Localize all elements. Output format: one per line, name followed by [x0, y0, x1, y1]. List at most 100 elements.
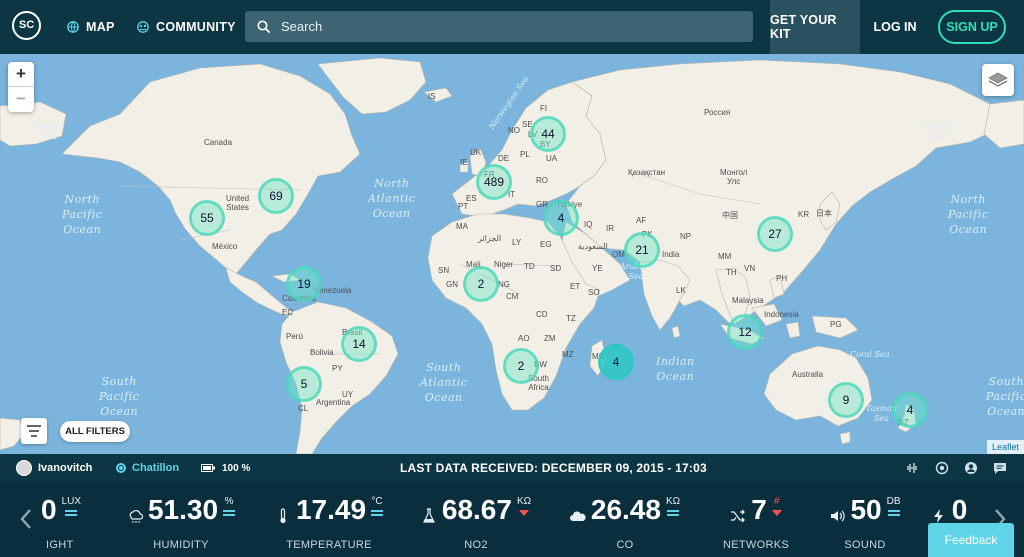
sensor-light[interactable]: 0 LUX IGHT: [0, 482, 126, 557]
nav-map-link[interactable]: MAP: [67, 0, 115, 54]
country-label: United States: [226, 194, 250, 212]
nav-community-label: COMMUNITY: [156, 20, 236, 34]
zoom-out-button[interactable]: −: [8, 87, 34, 112]
sensor-value: 0: [951, 494, 968, 525]
country-label: DE: [498, 154, 510, 163]
ocean-label: Indian Ocean: [656, 355, 695, 383]
sensor-name: TEMPERATURE: [286, 539, 372, 551]
login-button[interactable]: LOG IN: [860, 0, 930, 54]
sensor-name: NO2: [464, 539, 488, 551]
country-label: KR: [798, 210, 810, 219]
device-cluster[interactable]: 14: [341, 326, 377, 362]
country-label: NG: [498, 280, 510, 289]
country-label: IE: [460, 158, 468, 167]
device-cluster[interactable]: 69: [258, 178, 294, 214]
sensor-humidity[interactable]: 51.30 % HUMIDITY: [116, 482, 246, 557]
device-cluster[interactable]: 4: [598, 344, 634, 380]
waveform-icon[interactable]: [905, 461, 919, 475]
trend-flat-icon: [667, 510, 680, 518]
kit-location[interactable]: Chatillon: [116, 454, 179, 482]
device-cluster[interactable]: 489: [476, 164, 512, 200]
trend-flat-icon: [223, 510, 236, 518]
location-icon: [116, 463, 126, 473]
map-attribution-link[interactable]: Leaflet: [986, 440, 1024, 454]
sensor-no2[interactable]: 68.67 KΩ NO2: [411, 482, 541, 557]
kit-owner[interactable]: Ivanovitch: [16, 454, 92, 482]
layers-icon: [988, 72, 1008, 87]
country-label: السعودية: [578, 242, 608, 251]
country-label: YE: [592, 264, 603, 273]
device-cluster[interactable]: 55: [189, 200, 225, 236]
country-label: AO: [518, 334, 530, 343]
sensor-value: 17.49: [295, 494, 367, 525]
feedback-button[interactable]: Feedback: [928, 523, 1014, 557]
sensor-temperature[interactable]: 17.49 °C TEMPERATURE: [264, 482, 394, 557]
country-label: Perú: [286, 332, 303, 341]
zoom-control: + −: [8, 62, 34, 112]
layers-button[interactable]: [982, 64, 1014, 96]
country-label: MA: [456, 222, 468, 231]
device-cluster[interactable]: 5: [286, 366, 322, 402]
device-cluster[interactable]: 12: [727, 314, 763, 350]
country-label: 日本: [816, 209, 832, 218]
sensor-unit: KΩ: [665, 496, 681, 507]
device-cluster[interactable]: 19: [286, 266, 322, 302]
filter-button[interactable]: [21, 418, 47, 444]
country-label: EC: [282, 308, 294, 317]
country-label: Қазақстан: [628, 168, 666, 177]
kit-location-name: Chatillon: [132, 462, 180, 474]
device-cluster[interactable]: 4: [543, 200, 579, 236]
sensor-co[interactable]: 26.48 KΩ CO: [560, 482, 690, 557]
filter-icon: [27, 425, 41, 437]
kit-owner-name: Ivanovitch: [38, 462, 93, 474]
country-label: Bolivia: [310, 348, 334, 357]
target-icon[interactable]: [935, 461, 949, 475]
country-label: 中国: [722, 211, 738, 220]
device-cluster[interactable]: 9: [828, 382, 864, 418]
country-label: PY: [332, 364, 343, 373]
world-map[interactable]: North Pacific Ocean North Atlantic Ocean…: [0, 54, 1024, 454]
sensor-readings-bar: 0 LUX IGHT 51.30 % HUMIDITY 17.49 °C TEM…: [0, 482, 1024, 557]
all-filters-button[interactable]: ALL FILTERS: [60, 421, 130, 442]
country-label: Malaysia: [732, 296, 764, 305]
country-label: Canada: [204, 138, 233, 147]
search-input[interactable]: [281, 19, 721, 34]
country-label: NP: [680, 232, 692, 241]
last-data-received: LAST DATA RECEIVED: DECEMBER 09, 2015 - …: [400, 461, 707, 475]
sensor-value: 68.67: [441, 494, 512, 525]
country-label: EG: [540, 240, 552, 249]
device-cluster[interactable]: 44: [530, 116, 566, 152]
country-label: الجزائر: [478, 234, 502, 243]
get-your-kit-button[interactable]: GET YOUR KIT: [770, 0, 860, 54]
avatar: [16, 460, 32, 476]
country-label: IQ: [584, 220, 593, 229]
country-label: México: [212, 242, 238, 251]
country-label: Россия: [704, 108, 731, 117]
device-cluster[interactable]: 27: [757, 216, 793, 252]
country-label: IS: [428, 92, 436, 101]
trend-flat-icon: [371, 510, 384, 518]
device-cluster[interactable]: 2: [503, 348, 539, 384]
country-label: ET: [570, 282, 581, 291]
country-label: UA: [546, 154, 558, 163]
country-label: IR: [606, 224, 614, 233]
sensor-name: IGHT: [46, 539, 74, 551]
country-label: MM: [718, 252, 732, 261]
nav-community-link[interactable]: COMMUNITY: [137, 0, 236, 54]
country-label: AF: [636, 216, 647, 225]
signup-button[interactable]: SIGN UP: [938, 10, 1006, 44]
user-icon[interactable]: [964, 461, 978, 475]
device-cluster[interactable]: 2: [463, 266, 499, 302]
lightning-icon: [933, 509, 943, 523]
smart-citizen-logo[interactable]: SC: [12, 11, 41, 40]
search-bar[interactable]: [245, 11, 753, 42]
country-label: PT: [458, 202, 469, 211]
trend-down-icon: [771, 510, 782, 516]
device-cluster[interactable]: 4: [892, 392, 928, 428]
sensor-name: CO: [616, 539, 634, 551]
device-cluster[interactable]: 21: [624, 232, 660, 268]
cloud-icon: [569, 511, 586, 521]
zoom-in-button[interactable]: +: [8, 62, 34, 87]
sensor-unit: KΩ: [516, 496, 532, 507]
comment-icon[interactable]: [993, 461, 1007, 475]
